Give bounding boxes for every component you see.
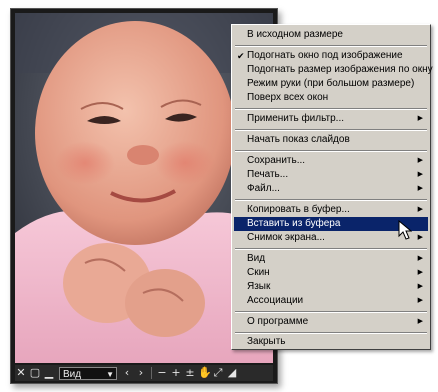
mouse-cursor-icon [398,220,412,240]
menu-item-skin[interactable]: Скин ▶ [234,266,428,280]
submenu-arrow-icon: ▶ [417,269,423,276]
menu-item-file[interactable]: Файл... ▶ [234,182,428,196]
menu-item-slideshow[interactable]: Начать показ слайдов [234,133,428,147]
fit-icon[interactable]: ± [184,367,196,379]
menu-item-about[interactable]: О программе ▶ [234,315,428,329]
menu-item-associations[interactable]: Ассоциации ▶ [234,294,428,308]
check-icon: ✔ [237,51,245,61]
menu-item-label: Язык [247,281,271,292]
submenu-arrow-icon: ▶ [417,255,423,262]
submenu-arrow-icon: ▶ [417,234,423,241]
menu-item-apply-filter[interactable]: Применить фильтр... ▶ [234,112,428,126]
menu-item-original-size[interactable]: В исходном размере [234,28,428,42]
menu-item-save[interactable]: Сохранить... ▶ [234,154,428,168]
menu-item-label: Ассоциации [247,295,304,306]
chevron-right-icon[interactable]: › [135,367,147,379]
toolbar-divider [151,367,152,379]
minimize-icon[interactable]: ▁ [43,367,55,379]
menu-item-label: Начать показ слайдов [247,134,350,145]
plus-icon[interactable]: + [170,367,182,379]
chevron-left-icon[interactable]: ‹ [121,367,133,379]
menu-separator [235,129,427,131]
menu-item-view[interactable]: Вид ▶ [234,252,428,266]
submenu-arrow-icon: ▶ [417,283,423,290]
menu-item-label: Режим руки (при большом размере) [247,78,415,89]
menu-item-label: Подогнать размер изображения по окну [247,64,433,75]
resize-grip-icon[interactable]: ◢ [226,367,238,379]
view-select-value: Вид [63,368,82,380]
menu-separator [235,248,427,250]
context-menu: В исходном размере ✔ Подогнать окно под … [231,24,433,350]
menu-separator [235,332,427,334]
fullscreen-icon[interactable]: ⤢ [212,367,224,379]
menu-item-label: Сохранить... [247,155,306,166]
menu-item-label: Копировать в буфер... [247,204,350,215]
menu-separator [235,199,427,201]
menu-item-label: Файл... [247,183,280,194]
submenu-arrow-icon: ▶ [417,318,423,325]
menu-separator [235,45,427,47]
menu-item-always-on-top[interactable]: Поверх всех окон [234,91,428,105]
menu-item-label: Закрыть [247,336,286,347]
menu-item-label: Вставить из буфера [247,218,341,229]
menu-item-label: Снимок экрана... [247,232,325,243]
menu-item-fit-image[interactable]: Подогнать размер изображения по окну [234,63,433,77]
menu-item-label: Подогнать окно под изображение [247,50,403,61]
menu-item-label: Поверх всех окон [247,92,329,103]
submenu-arrow-icon: ▶ [417,157,423,164]
hand-icon[interactable]: ✋ [198,367,212,379]
menu-item-label: Вид [247,253,266,264]
menu-item-close[interactable]: Закрыть [234,335,428,349]
close-icon[interactable]: ✕ [15,367,27,379]
chevron-down-icon: ▼ [106,369,114,379]
menu-item-print[interactable]: Печать... ▶ [234,168,428,182]
menu-item-hand-mode[interactable]: Режим руки (при большом размере) [234,77,428,91]
submenu-arrow-icon: ▶ [417,206,423,213]
menu-item-label: Печать... [247,169,289,180]
menu-item-label: В исходном размере [247,29,343,40]
menu-separator [235,108,427,110]
menu-separator [235,150,427,152]
window-icon[interactable]: ▢ [29,367,41,379]
submenu-arrow-icon: ▶ [417,171,423,178]
submenu-arrow-icon: ▶ [417,185,423,192]
minus-icon[interactable]: − [156,367,168,379]
menu-item-language[interactable]: Язык ▶ [234,280,428,294]
submenu-arrow-icon: ▶ [417,297,423,304]
viewer-toolbar: ✕ ▢ ▁ Вид ▼ ‹ › − + ± ✋ ⤢ ◢ [15,365,273,381]
menu-item-copy-to-clipboard[interactable]: Копировать в буфер... ▶ [234,203,428,217]
menu-item-label: О программе [247,316,309,327]
menu-item-label: Применить фильтр... [247,113,345,124]
view-select[interactable]: Вид ▼ [59,366,117,380]
menu-item-fit-window[interactable]: ✔ Подогнать окно под изображение [234,49,428,63]
menu-item-label: Скин [247,267,270,278]
submenu-arrow-icon: ▶ [417,115,423,122]
menu-separator [235,311,427,313]
